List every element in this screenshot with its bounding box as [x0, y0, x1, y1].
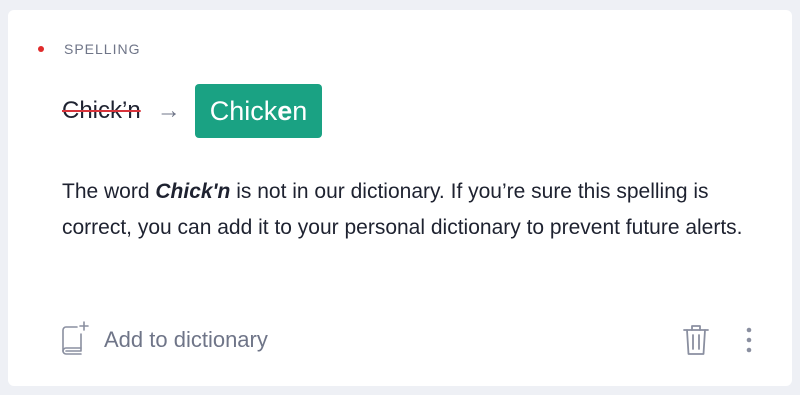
add-to-dictionary-book-icon: [60, 320, 90, 361]
trash-icon[interactable]: [681, 322, 711, 358]
more-vertical-icon[interactable]: [742, 322, 756, 358]
suggestion-suffix: n: [292, 95, 308, 126]
alert-description: The word Chick'n is not in our dictionar…: [62, 174, 762, 246]
original-word: Chick’n: [62, 97, 141, 124]
description-word: Chick'n: [155, 180, 231, 203]
spelling-suggestion-card: SPELLING Chick’n → Chick e n The word Chic…: [8, 10, 792, 386]
add-to-dictionary-label: Add to dictionary: [104, 327, 268, 352]
suggestion-row: Chick’n → Chick e n: [62, 84, 323, 138]
add-to-dictionary-button[interactable]: Add to dictionary: [60, 320, 268, 361]
alert-severity-dot: [38, 46, 44, 52]
arrow-right-icon: →: [156, 97, 181, 124]
suggestion-changed-letter: e: [277, 95, 293, 126]
suggestion-prefix: Chick: [209, 95, 278, 126]
category-label: SPELLING: [64, 41, 141, 57]
accept-suggestion-button[interactable]: Chick e n: [194, 84, 323, 138]
description-before: The word: [62, 180, 156, 203]
alert-category: SPELLING: [38, 40, 140, 58]
